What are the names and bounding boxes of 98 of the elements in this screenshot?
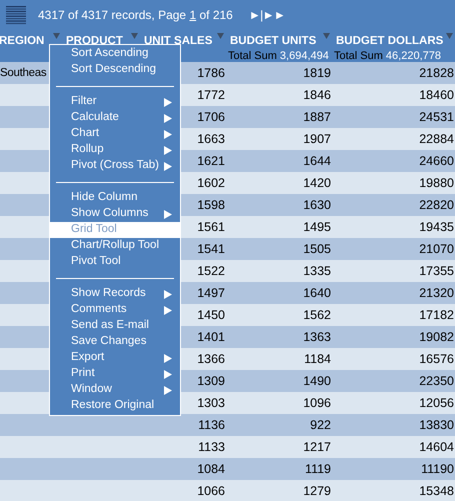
table-cell-text: 1366 [197,350,225,368]
total-value: 3,694,494 [280,49,329,63]
table-cell-text: 1819 [303,64,331,82]
menu-item[interactable]: Pivot Tool [50,254,180,270]
table-cell-text: 1602 [197,174,225,192]
total-label: Total Sum [228,49,277,63]
menu-item[interactable]: Comments [50,302,180,318]
sort-menu-icon[interactable] [131,33,138,39]
column-header[interactable]: BUDGET UNITS [230,33,316,49]
table-cell-text: 1363 [303,328,331,346]
menu-item[interactable]: Pivot (Cross Tab) [50,158,180,174]
table-cell-text: 16576 [419,350,454,368]
menu-item[interactable]: Send as E-mail [50,318,180,334]
table-cell-text: 14604 [419,438,454,456]
table-cell-text: 1084 [197,460,225,478]
record-summary: 4317 of 4317 records, Page 1 of 216 [38,7,233,24]
page-navigation[interactable]: ►|►► [248,6,286,24]
table-cell-text: 1096 [303,394,331,412]
table-cell-text: 19082 [419,328,454,346]
table-cell-text: 1279 [303,482,331,500]
menu-item[interactable]: Export [50,350,180,366]
menu-item[interactable]: Window [50,382,180,398]
table-cell-text: 22350 [419,372,454,390]
table-cell-text: 1136 [198,416,225,434]
total-value: 46,220,778 [386,49,441,63]
table-cell-text: 1522 [197,262,225,280]
sort-menu-icon[interactable] [446,33,453,39]
table-cell-text: 1133 [198,438,225,456]
table-cell-text: 1420 [303,174,331,192]
table-cell-text: 1786 [197,64,225,82]
sort-menu-icon[interactable] [217,33,224,39]
table-cell-text: 1335 [303,262,331,280]
table-cell-text: 1541 [197,240,225,258]
menu-item[interactable]: Calculate [50,110,180,126]
table-cell-text: 1217 [303,438,331,456]
menu-item[interactable]: Grid Tool [50,222,180,238]
table-cell-text: 1706 [197,108,225,126]
page-link[interactable]: 1 [189,8,196,22]
table-cell-text: 1621 [197,152,225,170]
menu-item[interactable]: Filter [50,94,180,110]
table-cell-text: 24660 [419,152,454,170]
total-label: Total Sum [334,49,383,63]
table-cell-text: 1663 [197,130,225,148]
table-cell-text: 1066 [197,482,225,500]
table-cell-text: 1772 [197,86,225,104]
table-cell-text: 22884 [419,130,454,148]
table-cell-text: 1303 [197,394,225,412]
table-cell-text: 18460 [419,86,454,104]
table-cell-text: 22820 [419,196,454,214]
table-cell-text: 15348 [419,482,454,500]
table-cell-text: 1630 [303,196,331,214]
table-cell-text: 17355 [419,262,454,280]
table-cell-text: 1562 [303,306,331,324]
table-cell-text: 1640 [303,284,331,302]
column-header[interactable]: BUDGET DOLLARS [336,33,444,49]
menu-item[interactable]: Chart/Rollup Tool [50,238,180,254]
table-cell-text: 1887 [303,108,331,126]
menu-item[interactable]: Sort Descending [50,62,180,78]
menu-icon[interactable] [6,5,26,25]
table-cell-text: 1309 [197,372,225,390]
menu-item[interactable]: Rollup [50,142,180,158]
table-cell-text: 1644 [303,152,331,170]
table-cell-text: 12056 [419,394,454,412]
table-cell-text: 11190 [421,460,454,478]
table-cell-text: 13830 [419,416,454,434]
table-cell-text: 19435 [419,218,454,236]
menu-item[interactable]: Hide Column [50,190,180,206]
table-cell-text: 1490 [303,372,331,390]
table-cell-text: 24531 [419,108,454,126]
table-cell-text: 21320 [419,284,454,302]
column-header[interactable]: REGION [0,33,44,49]
table-cell-text: 1907 [303,130,331,148]
menu-item[interactable]: Restore Original [50,398,180,414]
table-cell-text: 1450 [197,306,225,324]
table-cell-text: 1401 [197,328,225,346]
table-cell-text: 1495 [303,218,331,236]
menu-item[interactable]: Save Changes [50,334,180,350]
table-cell-text: 1598 [197,196,225,214]
table-cell-text: 17182 [419,306,454,324]
table-cell: Southeas [0,67,46,80]
table-cell-text: 1846 [303,86,331,104]
menu-item[interactable]: Show Columns [50,206,180,222]
table-cell-text: 1497 [197,284,225,302]
sort-menu-icon[interactable] [323,33,330,39]
menu-item[interactable]: Print [50,366,180,382]
table-cell-text: 1119 [305,460,331,478]
menu-item[interactable]: Chart [50,126,180,142]
table-cell-text: 1561 [197,218,225,236]
table-cell-text: 21070 [419,240,454,258]
table-cell-text: 21828 [419,64,454,82]
menu-item[interactable]: Show Records [50,286,180,302]
sort-menu-icon[interactable] [53,33,60,39]
table-cell-text: 1505 [303,240,331,258]
submenu-arrow-icon [164,210,172,218]
menu-item[interactable]: Sort Ascending [50,46,180,62]
table-cell-text: 19880 [419,174,454,192]
table-cell-text: 1184 [304,350,331,368]
table-cell-text: 922 [310,416,331,434]
